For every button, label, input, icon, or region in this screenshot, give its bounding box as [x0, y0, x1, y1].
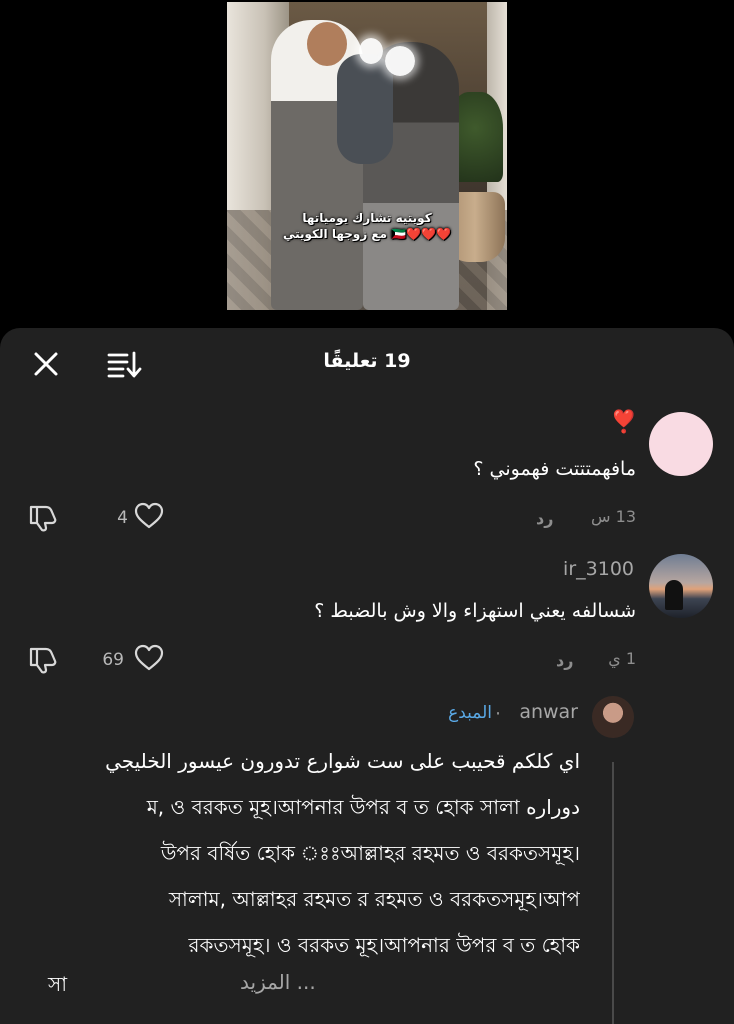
comment-text-line: دوراره ম, ও বরকত মূহ।আপনার উপর ব ত হোক স…: [146, 795, 580, 819]
comment-time: 13 س: [591, 507, 636, 526]
avatar[interactable]: [592, 696, 634, 738]
video-thumbnail[interactable]: كويتيه تشارك يومياتها مع زوجها الكويتي 🇰…: [227, 2, 507, 310]
reply-button[interactable]: رد: [556, 651, 573, 670]
comment-text: مافهمتتتت فهموني ؟: [473, 458, 636, 480]
sort-button[interactable]: [106, 348, 142, 380]
separator-dot: ·: [495, 703, 502, 725]
avatar[interactable]: [649, 554, 713, 618]
video-caption-line2: مع زوجها الكويتي 🇰🇼❤️❤️❤️: [282, 227, 452, 241]
comment-text-line: সালাম, আল্লাহর রহমত র রহমত ও বরকতসমূহ।আপ: [168, 887, 580, 911]
see-more-link[interactable]: ... المزيد: [240, 970, 316, 994]
like-count: 4: [117, 508, 128, 528]
comment-author[interactable]: ir_3100: [530, 558, 634, 580]
heart-exclamation-emoji: ❣️: [610, 410, 638, 435]
video-caption-line1: كويتيه تشارك يومياتها: [302, 211, 432, 225]
avatar-silhouette: [665, 580, 683, 610]
comment-text: اي كلكم قحيبب على ست شوارع تدورون عيسور …: [40, 738, 580, 968]
comment-text-line: اي كلكم قحيبب على ست شوارع تدورون عيسور …: [105, 749, 580, 773]
blurred-face-child: [359, 38, 383, 64]
comments-header: 19 تعليقًا: [0, 328, 734, 398]
comment-author[interactable]: anwar: [512, 701, 578, 723]
close-icon: [34, 352, 58, 376]
heart-icon: [134, 644, 164, 671]
sort-icon: [107, 351, 142, 378]
heart-icon: [134, 502, 164, 529]
comment-text-line: উপর বর্ষিত হোক ঃঃআল্লাহর রহমত ও বরকতসমূহ…: [160, 841, 580, 865]
video-area[interactable]: كويتيه تشارك يومياتها مع زوجها الكويتي 🇰…: [0, 0, 734, 330]
comments-sheet: 19 تعليقًا ❣️ مافهمتتتت فهموني ؟ 13 س رد…: [0, 328, 734, 1024]
reply-button[interactable]: رد: [536, 509, 553, 528]
thumbs-down-icon: [29, 647, 57, 674]
close-button[interactable]: [30, 348, 62, 380]
comment-last-line: সা ... المزيد: [40, 966, 580, 1006]
thread-line: [612, 762, 614, 1024]
dislike-button[interactable]: [28, 504, 58, 536]
like-count: 69: [102, 650, 124, 670]
comments-count-title: 19 تعليقًا: [323, 350, 411, 372]
person-man-head: [307, 22, 347, 66]
person-child: [337, 54, 393, 164]
thumbs-down-icon: [29, 505, 57, 532]
dislike-button[interactable]: [28, 646, 58, 678]
comment-text: شسالفه يعني استهزاء والا وش بالضبط ؟: [314, 600, 636, 622]
creator-badge: المبدع: [448, 703, 492, 723]
video-caption: كويتيه تشارك يومياتها مع زوجها الكويتي 🇰…: [227, 210, 507, 242]
like-button[interactable]: [134, 502, 164, 534]
comment-text-line: রকতসমূহ। ও বরকত মূহ।আপনার উপর ব ত হোক: [188, 933, 580, 957]
like-button[interactable]: [134, 644, 164, 676]
avatar[interactable]: [649, 412, 713, 476]
blurred-face-woman: [385, 46, 415, 76]
comment-text-fragment: সা: [48, 972, 68, 996]
comment-time: 1 ي: [608, 649, 636, 668]
